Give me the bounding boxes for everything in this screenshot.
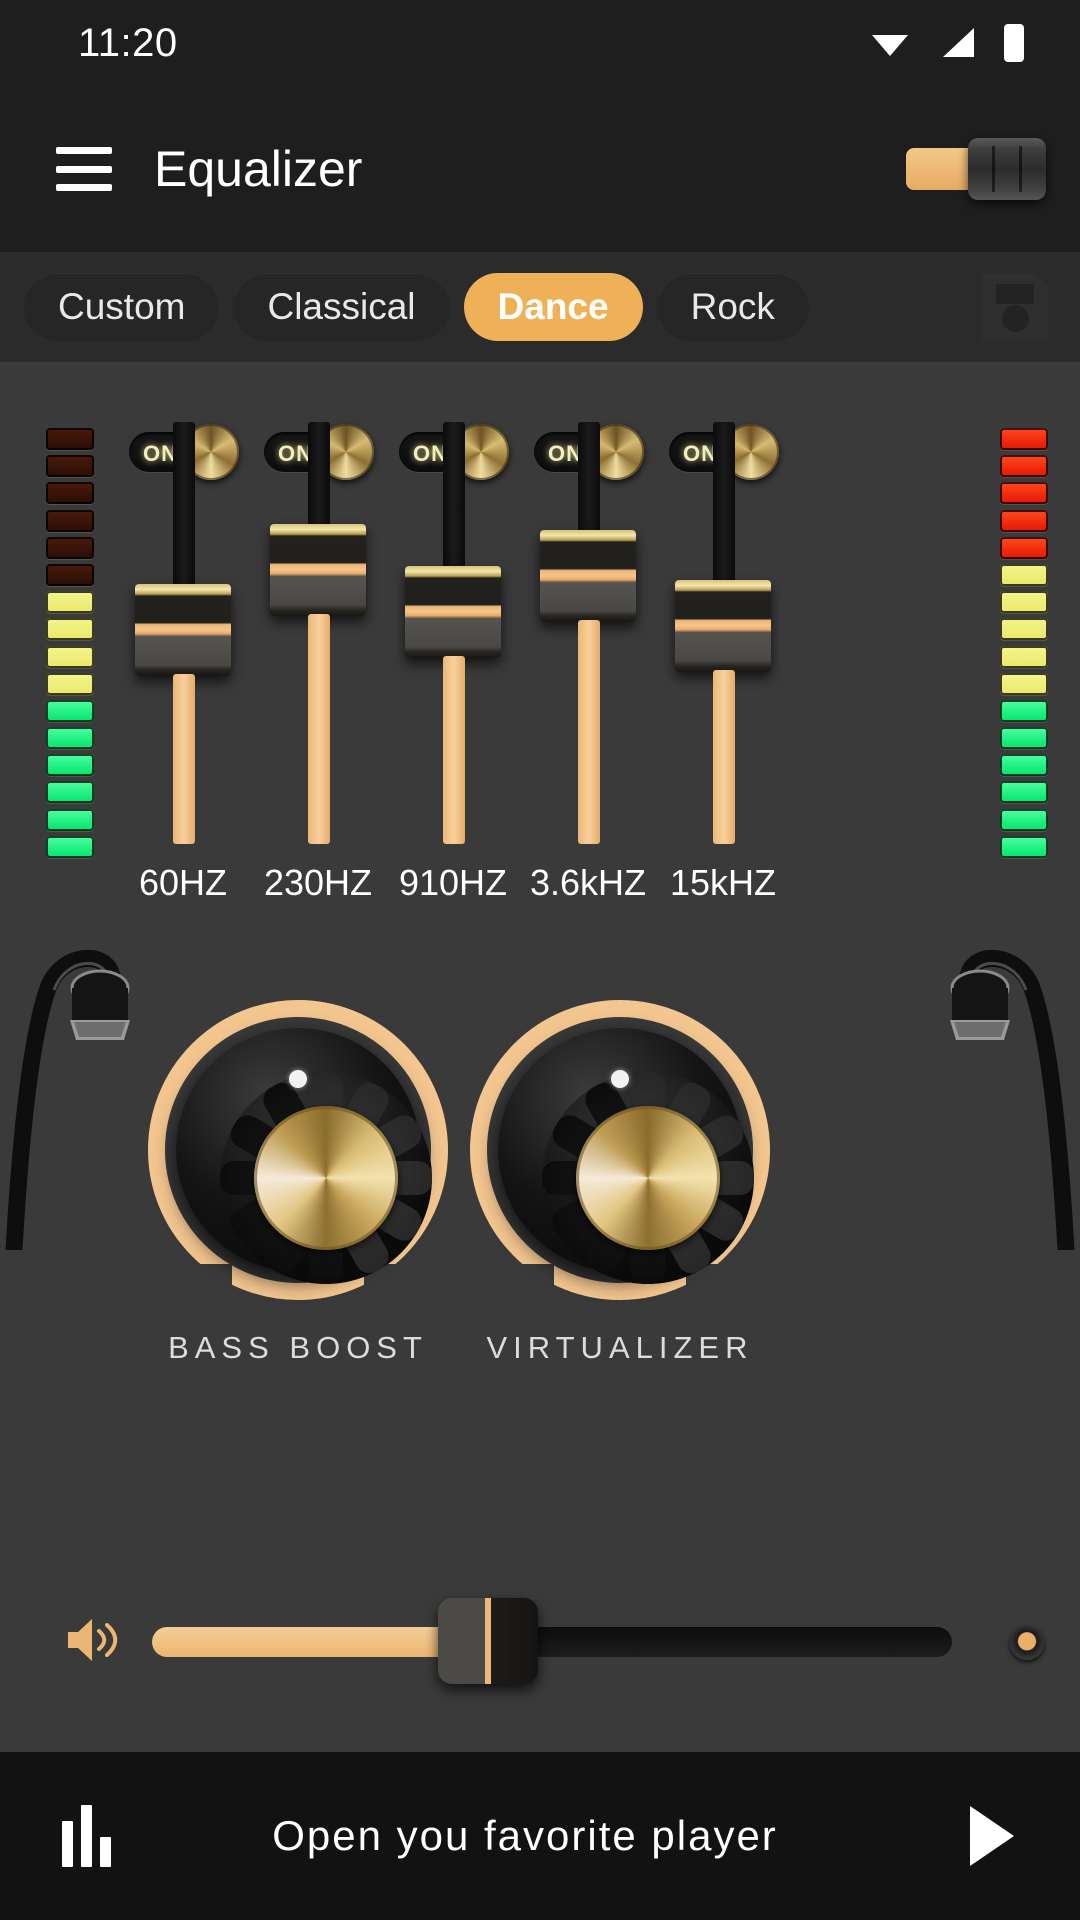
cable-jack-right [930, 940, 1080, 1250]
vu-segment [46, 428, 94, 450]
bottom-bar-text: Open you favorite player [272, 1812, 778, 1859]
fader-handle[interactable] [135, 584, 231, 676]
vu-segment [46, 808, 94, 831]
vu-segment [1000, 536, 1048, 559]
floppy-disk-save-icon[interactable] [982, 274, 1048, 340]
vu-segment [46, 455, 94, 478]
fader-label-15khz: 15kHZ [669, 862, 777, 903]
equalizer-panel: ON ON ON ON ON 60HZ 230HZ 910HZ 3.6kHZ 1… [0, 362, 1080, 1752]
power-toggle-knob [968, 138, 1046, 200]
fader-handle[interactable] [270, 524, 366, 616]
preset-tab-classical[interactable]: Classical [233, 273, 450, 341]
app-bar: Equalizer [0, 86, 1080, 252]
fader-track-filled [713, 670, 735, 844]
page-title: Equalizer [154, 141, 363, 197]
vu-segment [46, 509, 94, 532]
vu-segment [1000, 754, 1048, 777]
cable-jack-left [0, 940, 150, 1250]
vu-segment [46, 699, 94, 722]
vu-segment [1000, 591, 1048, 614]
fader-track-filled [443, 656, 465, 844]
fader-handle[interactable] [540, 530, 636, 622]
vu-segment [1000, 835, 1048, 858]
vu-segment [46, 482, 94, 505]
vu-segment [1000, 618, 1048, 641]
vu-meter-left [46, 428, 94, 858]
status-bar-clock: 11:20 [78, 20, 178, 65]
knob-center-cap [576, 1106, 720, 1250]
vu-segment [46, 781, 94, 804]
vu-segment [46, 727, 94, 750]
status-bar-icons [870, 24, 1024, 62]
vu-meter-right [1000, 428, 1048, 858]
knob-center-cap [254, 1106, 398, 1250]
fader-handle[interactable] [675, 580, 771, 672]
volume-slider-row [0, 1590, 1080, 1690]
vu-segment [46, 754, 94, 777]
knob-label-virtualizer: VIRTUALIZER [486, 1330, 754, 1365]
knob-position-dot [289, 1070, 307, 1088]
signal-icon [943, 28, 974, 57]
preset-tab-rock[interactable]: Rock [656, 273, 809, 341]
equalizer-app-screen: 11:20 Equalizer Custom Classical Dance R… [0, 0, 1080, 1920]
vu-segment [46, 645, 94, 668]
vu-segment [46, 536, 94, 559]
vu-segment [46, 591, 94, 614]
knob-bass-boost[interactable] [148, 1000, 448, 1300]
volume-speaker-icon[interactable] [64, 1614, 122, 1666]
preset-tab-custom[interactable]: Custom [24, 273, 220, 341]
vu-segment [1000, 482, 1048, 505]
vu-segment [1000, 808, 1048, 831]
hamburger-menu-icon[interactable] [56, 147, 112, 191]
vu-segment [1000, 645, 1048, 668]
vu-segment [1000, 428, 1048, 450]
knob-virtualizer[interactable] [470, 1000, 770, 1300]
fader-track-filled [308, 614, 330, 844]
fader-handle[interactable] [405, 566, 501, 658]
volume-handle[interactable] [438, 1598, 538, 1684]
power-toggle-switch[interactable] [906, 138, 1046, 200]
vu-segment [1000, 672, 1048, 695]
fader-track-filled [578, 620, 600, 844]
vu-segment [46, 618, 94, 641]
volume-max-indicator[interactable] [1010, 1626, 1044, 1660]
vu-segment [1000, 699, 1048, 722]
vu-segment [1000, 455, 1048, 478]
preset-tab-dance[interactable]: Dance [463, 273, 643, 341]
vu-segment [46, 672, 94, 695]
bottom-player-bar[interactable]: Open you favorite player [0, 1752, 1080, 1920]
battery-icon [1004, 24, 1024, 62]
vu-segment [46, 563, 94, 586]
fader-track-filled [173, 674, 195, 844]
knob-body [176, 1028, 432, 1284]
knob-body [498, 1028, 754, 1284]
vu-segment [46, 835, 94, 858]
wifi-icon [872, 35, 908, 56]
vu-segment [1000, 727, 1048, 750]
knob-position-dot [611, 1070, 629, 1088]
status-bar: 11:20 [0, 0, 1080, 86]
vu-segment [1000, 781, 1048, 804]
band-toggle-row: ON ON ON ON ON [0, 424, 1080, 484]
vu-segment [1000, 509, 1048, 532]
vu-segment [1000, 563, 1048, 586]
play-triangle-icon[interactable] [970, 1806, 1014, 1866]
preset-tab-strip: Custom Classical Dance Rock [0, 252, 1080, 362]
